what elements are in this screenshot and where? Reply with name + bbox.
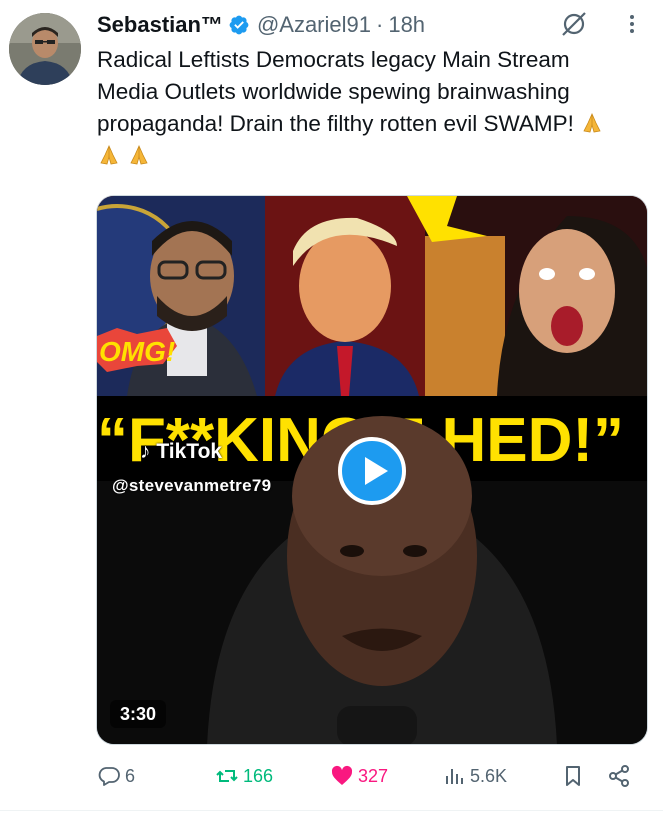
views-button[interactable]: 5.6K [442,758,507,794]
omg-overlay: OMG! [99,336,175,367]
tiktok-logo-label: TikTok [156,440,223,463]
share-icon [609,765,629,787]
play-icon[interactable] [338,437,406,505]
heart-icon [331,765,353,785]
folded-hands-emoji [583,113,601,133]
tweet-body: Radical Leftists Democrats legacy Main S… [97,47,577,136]
timestamp[interactable]: 18h [388,12,425,38]
like-count: 327 [358,765,389,786]
verified-badge-icon [228,14,250,36]
bookmark-icon [566,766,580,786]
tweet-header: Sebastian™ @Azariel91 · 18h [97,9,425,41]
like-button[interactable]: 327 [330,758,388,794]
reply-count: 6 [125,765,136,786]
repost-count: 166 [243,765,274,786]
grok-icon[interactable] [560,10,588,38]
user-handle[interactable]: @Azariel91 [257,12,371,38]
more-options-icon[interactable] [620,10,644,38]
reply-button[interactable]: 6 [97,758,135,794]
tiktok-handle: @stevevanmetre79 [112,476,272,495]
video-duration: 3:30 [110,700,167,728]
tiktok-logo: ♪ TikTok [140,440,222,464]
divider [0,810,663,811]
display-name[interactable]: Sebastian™ [97,12,223,38]
views-chart-icon [446,769,463,784]
folded-hands-emoji [130,145,148,165]
share-button[interactable] [607,758,631,794]
bookmark-button[interactable] [561,758,585,794]
repost-icon [216,770,238,782]
view-count: 5.6K [470,765,508,786]
avatar-image [9,13,81,85]
separator-dot: · [376,12,384,37]
tiktok-icon: ♪ [140,440,151,463]
repost-button[interactable]: 166 [215,758,273,794]
tweet-card[interactable]: Sebastian™ @Azariel91 · 18h Radical Left… [0,0,663,814]
avatar[interactable] [9,13,81,85]
action-bar: 6 166 327 5.6K [97,758,642,794]
folded-hands-emoji [100,145,118,165]
tweet-text: Radical Leftists Democrats legacy Main S… [97,44,637,172]
reply-icon [98,767,120,786]
